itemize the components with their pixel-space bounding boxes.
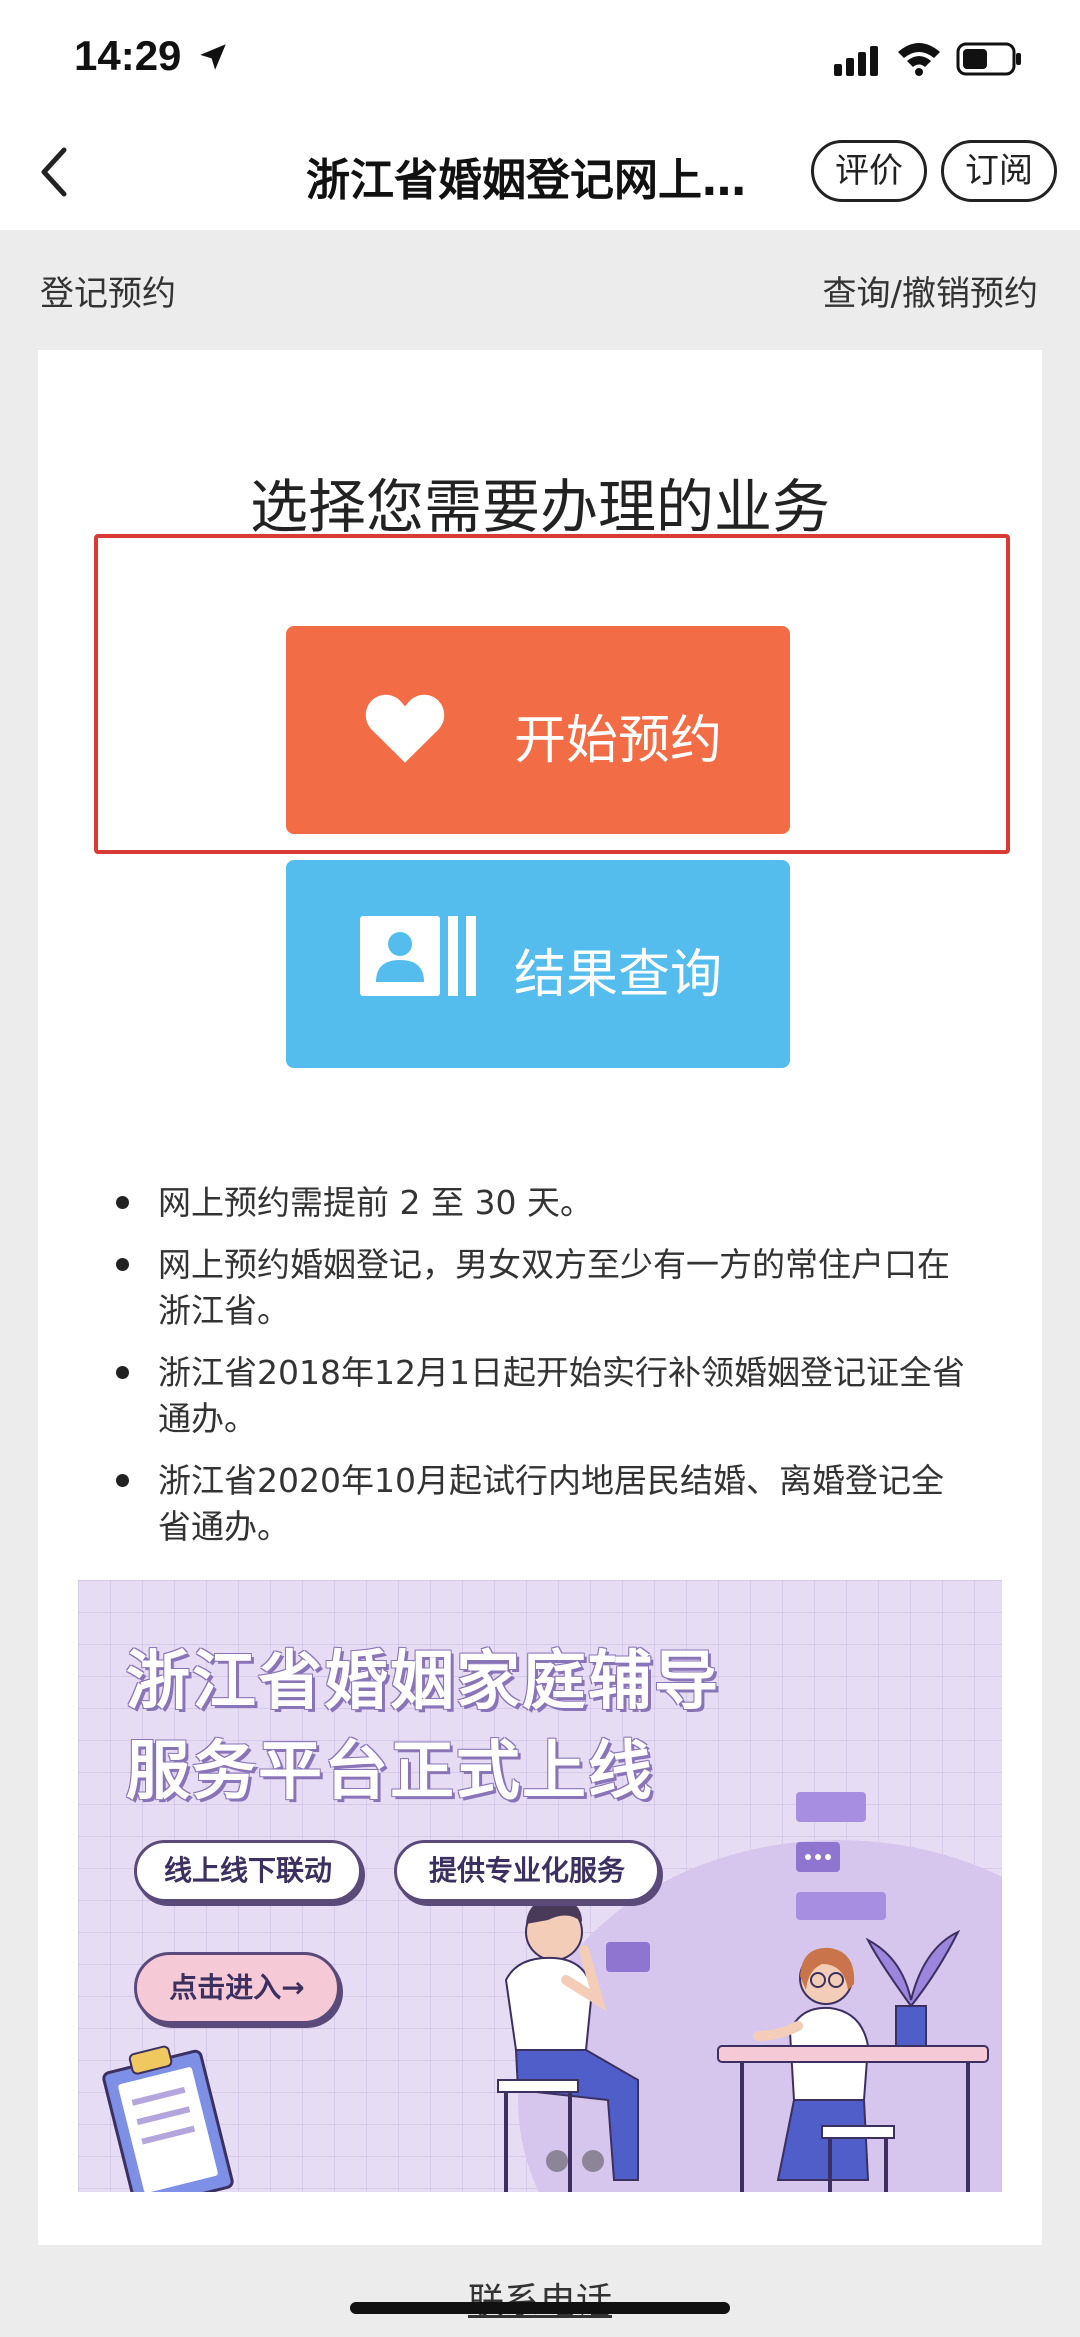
cellular-signal-icon	[834, 46, 878, 76]
status-bar: 14:29	[0, 0, 1080, 116]
id-card-icon	[360, 916, 476, 996]
banner-tag-online-offline: 线上线下联动	[134, 1840, 362, 1902]
carousel-dot[interactable]	[582, 2150, 604, 2172]
battery-icon	[956, 42, 1021, 76]
banner-enter-button[interactable]: 点击进入→	[134, 1952, 340, 2024]
heart-icon	[365, 694, 445, 763]
banner-title-line2: 服务平台正式上线	[126, 1735, 654, 1809]
list-item: 网上预约婚姻登记，男女双方至少有一方的常住户口在浙江省。	[116, 1242, 976, 1334]
note-text: 网上预约婚姻登记，男女双方至少有一方的常住户口在浙江省。	[158, 1245, 950, 1330]
notes-list: 网上预约需提前 2 至 30 天。 网上预约婚姻登记，男女双方至少有一方的常住户…	[116, 1180, 976, 1566]
bullet	[116, 1366, 129, 1379]
note-text: 网上预约需提前 2 至 30 天。	[158, 1183, 593, 1222]
carousel-indicator	[546, 2150, 618, 2176]
location-arrow-icon	[200, 44, 226, 70]
note-text: 浙江省2018年12月1日起开始实行补领婚姻登记证全省通办。	[158, 1353, 965, 1438]
main-card: 选择您需要办理的业务 开始预约 结果查询 网上预约需提前 2 至 30 天。 网…	[38, 350, 1042, 2245]
start-appointment-label: 开始预约	[514, 711, 723, 771]
start-appointment-button[interactable]: 开始预约	[286, 626, 790, 834]
result-query-label: 结果查询	[514, 945, 723, 1005]
home-indicator[interactable]	[350, 2302, 730, 2314]
contact-phone-link[interactable]: 联系电话	[0, 2272, 1080, 2324]
bullet	[116, 1258, 129, 1271]
tab-registration-appointment[interactable]: 登记预约	[40, 266, 176, 315]
bullet	[116, 1474, 129, 1487]
sub-navigation: 登记预约 查询/撤销预约	[0, 230, 1080, 350]
back-chevron-icon[interactable]	[34, 142, 74, 202]
list-item: 浙江省2018年12月1日起开始实行补领婚姻登记证全省通办。	[116, 1350, 976, 1442]
navigation-bar: 浙江省婚姻登记网上… 评价 订阅	[0, 116, 1080, 230]
carousel-dot[interactable]	[546, 2150, 568, 2172]
banner-title-line1: 浙江省婚姻家庭辅导	[126, 1645, 720, 1719]
tab-query-cancel-appointment[interactable]: 查询/撤销预约	[823, 266, 1038, 315]
list-item: 网上预约需提前 2 至 30 天。	[116, 1180, 976, 1226]
banner-tag-professional-service: 提供专业化服务	[394, 1840, 660, 1902]
rate-button[interactable]: 评价	[811, 140, 927, 202]
promo-banner[interactable]: 浙江省婚姻家庭辅导 服务平台正式上线 线上线下联动 提供专业化服务 点击进入→	[78, 1580, 1002, 2192]
result-query-button[interactable]: 结果查询	[286, 860, 790, 1068]
page-title: 浙江省婚姻登记网上…	[306, 155, 746, 206]
wifi-icon	[898, 43, 940, 76]
section-title: 选择您需要办理的业务	[249, 473, 830, 541]
subscribe-button[interactable]: 订阅	[941, 140, 1057, 202]
list-item: 浙江省2020年10月起试行内地居民结婚、离婚登记全省通办。	[116, 1458, 976, 1550]
bullet	[116, 1196, 129, 1209]
status-time: 14:29	[74, 32, 182, 79]
note-text: 浙江省2020年10月起试行内地居民结婚、离婚登记全省通办。	[158, 1461, 944, 1546]
